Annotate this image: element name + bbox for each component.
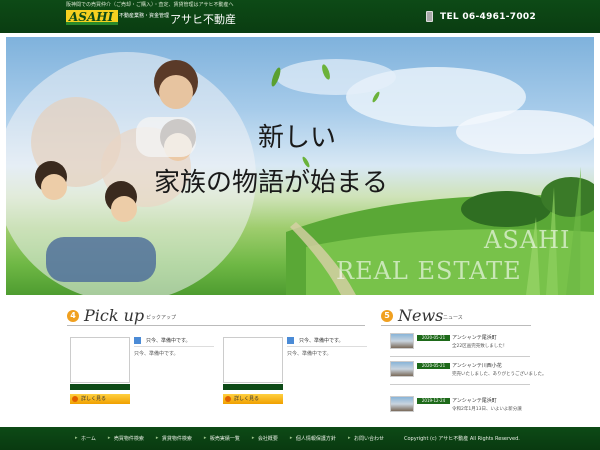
pickup-card-text: 只今、準備中です。 bbox=[134, 351, 179, 357]
news-date: 2020-05-21 bbox=[417, 363, 450, 369]
pickup-card-title[interactable]: 只今、準備中です。 bbox=[146, 337, 191, 344]
pickup-card-divider bbox=[287, 346, 367, 347]
site-footer: ホーム 売買物件検索 賃貸物件検索 販売実績一覧 会社概要 個人情報保護方針 お… bbox=[0, 427, 600, 450]
pickup-card-image[interactable] bbox=[70, 337, 130, 383]
flag-icon bbox=[287, 337, 294, 344]
news-subtitle: ニュース bbox=[443, 315, 463, 321]
copyright: Copyright (c) アサヒ不動産 All Rights Reserved… bbox=[404, 436, 520, 442]
pickup-card-button[interactable]: 詳しく見る bbox=[223, 394, 283, 404]
pickup-number-icon: 4 bbox=[67, 310, 79, 322]
news-item-divider bbox=[390, 356, 530, 357]
hero-title-line2: 家族の物語が始まる bbox=[154, 168, 389, 198]
header-tagline: 阪神間での売買仲介（ご売却・ご購入）・査定、賃貸管理はアサヒ不動産へ bbox=[66, 2, 234, 8]
footer-link-home[interactable]: ホーム bbox=[75, 435, 96, 442]
pickup-header: 4 Pick up ピックアップ bbox=[67, 306, 367, 328]
hero-banner: 新しい 家族の物語が始まる ASAHI REAL ESTATE bbox=[6, 37, 594, 295]
pickup-subtitle: ピックアップ bbox=[146, 315, 177, 321]
pickup-card-bar bbox=[70, 384, 130, 390]
phone-icon bbox=[426, 11, 433, 22]
news-date: 2019-12-24 bbox=[417, 398, 450, 404]
svg-text:ASAHI: ASAHI bbox=[68, 10, 114, 24]
pickup-card[interactable]: 詳しく見る 只今、準備中です。 只今、準備中です。 bbox=[223, 337, 367, 407]
news-thumbnail[interactable] bbox=[390, 361, 414, 377]
pickup-card-divider bbox=[134, 346, 214, 347]
news-item[interactable]: 2020-05-21 アンシャンテ尾浜町 全22区画完売致しました！ bbox=[390, 333, 535, 357]
site-header: 阪神間での売買仲介（ご売却・ご購入）・査定、賃貸管理はアサヒ不動産へ ASAHI… bbox=[0, 0, 600, 33]
news-item-body: 完売いたしました、ありがとうございました。 bbox=[452, 372, 547, 377]
news-item-title[interactable]: アンシャンテ尾浜町 bbox=[452, 334, 497, 341]
pickup-card-button-label: 詳しく見る bbox=[81, 396, 107, 402]
news-item-title[interactable]: アンシャンテ川西小花 bbox=[452, 362, 502, 369]
hero-title-line1: 新しい bbox=[258, 123, 337, 153]
hero-watermark-line2: REAL ESTATE bbox=[336, 257, 522, 285]
logo-subtitle: 不動産業務・資金管理 bbox=[119, 13, 170, 19]
pickup-card-bar bbox=[223, 384, 283, 390]
pickup-divider bbox=[67, 325, 365, 326]
news-number-icon: 5 bbox=[381, 310, 393, 322]
pickup-card-image[interactable] bbox=[223, 337, 283, 383]
arrow-right-icon bbox=[225, 396, 231, 402]
news-thumbnail[interactable] bbox=[390, 333, 414, 349]
footer-link-company[interactable]: 会社概要 bbox=[252, 435, 278, 442]
footer-link-sale-search[interactable]: 売買物件検索 bbox=[108, 435, 144, 442]
footer-link-privacy[interactable]: 個人情報保護方針 bbox=[290, 435, 336, 442]
page: 阪神間での売買仲介（ご売却・ご購入）・査定、賃貸管理はアサヒ不動産へ ASAHI… bbox=[0, 0, 600, 450]
news-item-title[interactable]: アンシャンテ尾浜町 bbox=[452, 397, 497, 404]
footer-link-contact[interactable]: お問い合わせ bbox=[348, 435, 384, 442]
news-item[interactable]: 2019-12-24 アンシャンテ尾浜町 令和2年1月13日、いよいよ新分譲 bbox=[390, 396, 535, 420]
header-tel[interactable]: TEL 06-4961-7002 bbox=[440, 12, 536, 22]
news-title: News bbox=[398, 306, 444, 325]
pickup-title: Pick up bbox=[84, 306, 145, 325]
news-thumbnail[interactable] bbox=[390, 396, 414, 412]
pickup-card[interactable]: 詳しく見る 只今、準備中です。 只今、準備中です。 bbox=[70, 337, 214, 407]
brand-name: アサヒ不動産 bbox=[170, 13, 236, 26]
news-item-body: 全22区画完売致しました！ bbox=[452, 344, 508, 349]
news-header: 5 News ニュース bbox=[381, 306, 536, 328]
arrow-right-icon bbox=[72, 396, 78, 402]
news-item-body: 令和2年1月13日、いよいよ新分譲 bbox=[452, 407, 522, 412]
pickup-card-title[interactable]: 只今、準備中です。 bbox=[299, 337, 344, 344]
pickup-card-button[interactable]: 詳しく見る bbox=[70, 394, 130, 404]
hero-watermark-line1: ASAHI bbox=[484, 226, 571, 254]
pickup-card-button-label: 詳しく見る bbox=[234, 396, 260, 402]
news-divider bbox=[381, 325, 531, 326]
asahi-logo[interactable]: ASAHI bbox=[66, 8, 118, 26]
news-item[interactable]: 2020-05-21 アンシャンテ川西小花 完売いたしました、ありがとうございま… bbox=[390, 361, 547, 385]
flag-icon bbox=[134, 337, 141, 344]
footer-link-sales-record[interactable]: 販売実績一覧 bbox=[204, 435, 240, 442]
pickup-card-text: 只今、準備中です。 bbox=[287, 351, 332, 357]
news-item-divider bbox=[390, 384, 530, 385]
footer-nav: ホーム 売買物件検索 賃貸物件検索 販売実績一覧 会社概要 個人情報保護方針 お… bbox=[75, 435, 396, 442]
footer-link-rent-search[interactable]: 賃貸物件検索 bbox=[156, 435, 192, 442]
news-date: 2020-05-21 bbox=[417, 335, 450, 341]
